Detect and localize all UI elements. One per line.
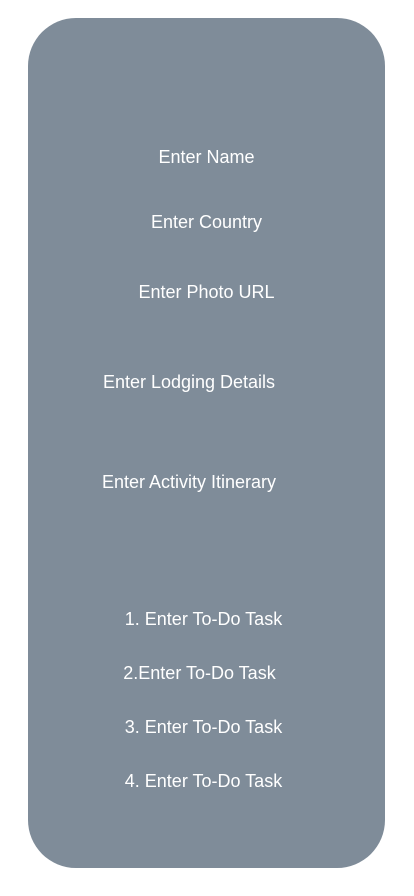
- todo-task-4[interactable]: 4. Enter To-Do Task: [25, 769, 382, 793]
- activity-itinerary-field[interactable]: Enter Activity Itinerary: [28, 470, 350, 494]
- lodging-details-field[interactable]: Enter Lodging Details: [28, 370, 350, 394]
- photo-url-field[interactable]: Enter Photo URL: [28, 280, 385, 304]
- todo-task-1[interactable]: 1. Enter To-Do Task: [25, 607, 382, 631]
- todo-task-2[interactable]: 2.Enter To-Do Task: [21, 661, 378, 685]
- entry-form-card: Enter Name Enter Country Enter Photo URL…: [28, 18, 385, 868]
- name-field[interactable]: Enter Name: [28, 145, 385, 169]
- country-field[interactable]: Enter Country: [28, 210, 385, 234]
- todo-task-3[interactable]: 3. Enter To-Do Task: [25, 715, 382, 739]
